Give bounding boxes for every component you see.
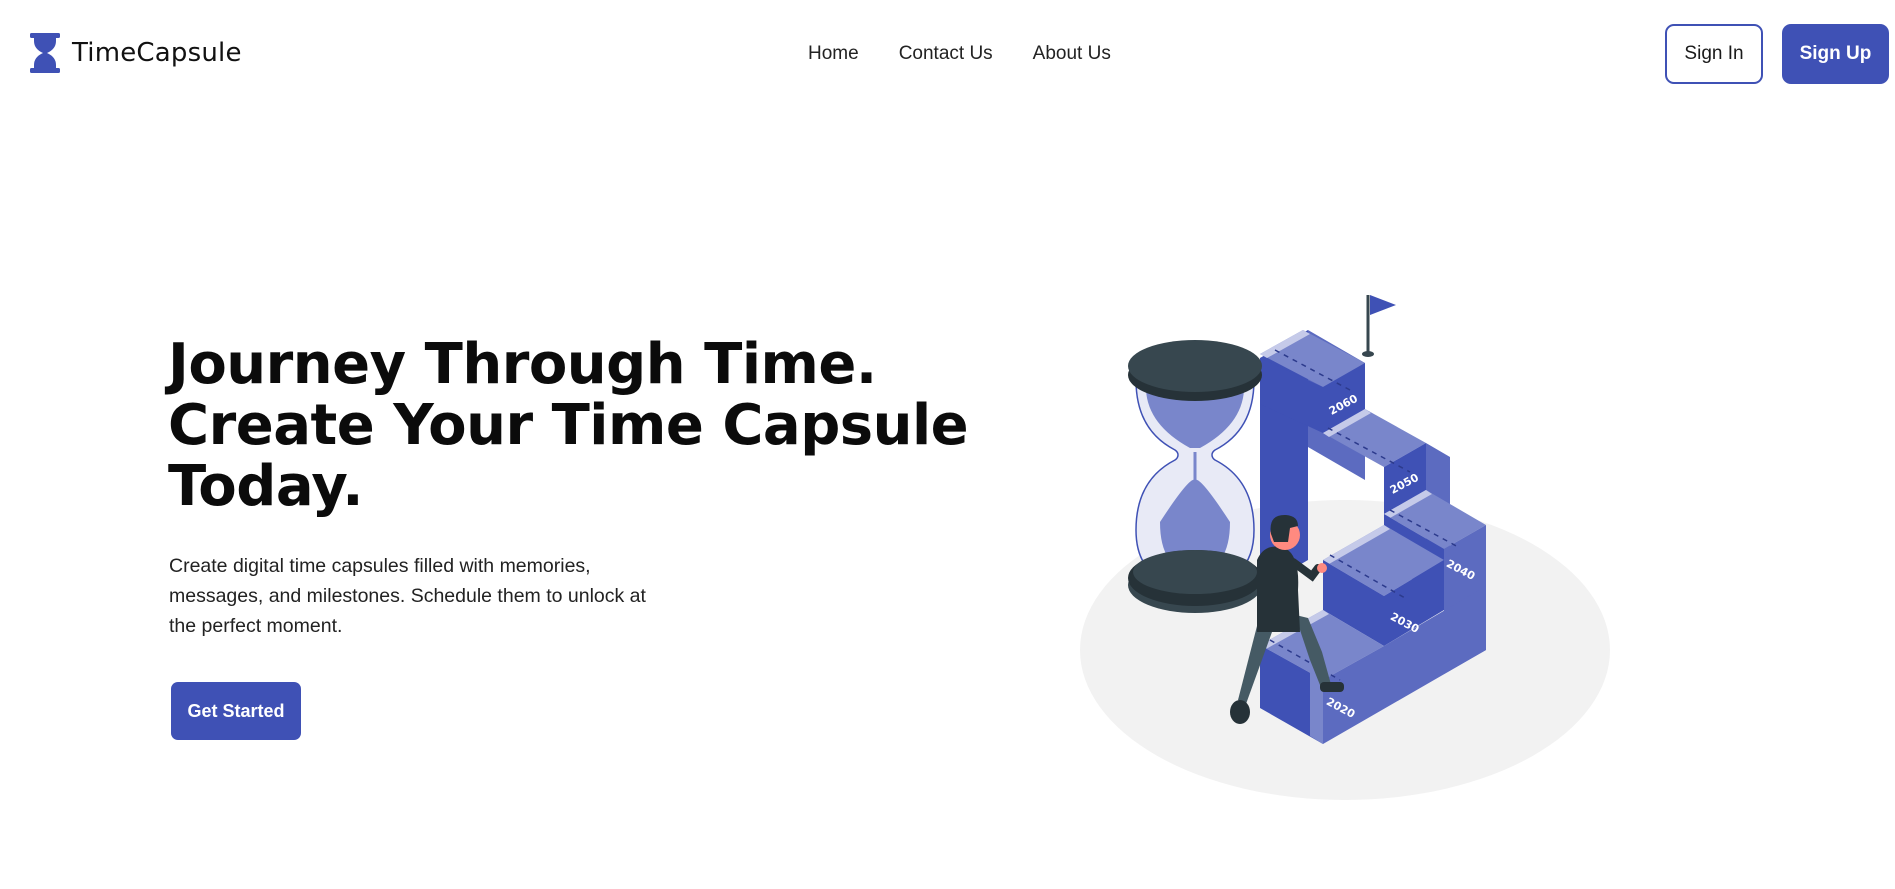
nav-link-contact-us[interactable]: Contact Us xyxy=(899,43,993,65)
sign-up-button[interactable]: Sign Up xyxy=(1782,24,1889,84)
hero-title-line: Today. xyxy=(168,454,364,519)
hero-description-line: Create digital time capsules filled with… xyxy=(169,555,591,577)
flag-icon xyxy=(1362,295,1396,357)
main-nav: Home Contact Us About Us xyxy=(808,43,1151,65)
navbar: TimeCapsule Home Contact Us About Us Sig… xyxy=(0,0,1895,108)
get-started-button[interactable]: Get Started xyxy=(171,682,301,740)
hero-description-line: the perfect moment. xyxy=(169,615,343,637)
hero-illustration: 2060 2050 2040 2030 2020 xyxy=(1080,295,1610,800)
nav-link-home[interactable]: Home xyxy=(808,43,859,65)
nav-link-about-us[interactable]: About Us xyxy=(1033,43,1111,65)
hourglass-icon xyxy=(30,33,60,73)
hero-title: Journey Through Time. Create Your Time C… xyxy=(168,332,969,519)
sign-in-button[interactable]: Sign In xyxy=(1665,24,1763,84)
hero-title-line: Journey Through Time. xyxy=(168,332,877,397)
hero-description-line: messages, and milestones. Schedule them … xyxy=(169,585,646,607)
hero-description: Create digital time capsules filled with… xyxy=(169,551,669,641)
hourglass-illustration xyxy=(1128,340,1262,613)
hero-title-line: Create Your Time Capsule xyxy=(168,393,969,458)
brand-name: TimeCapsule xyxy=(72,38,242,68)
brand-logo-link[interactable]: TimeCapsule xyxy=(28,33,242,73)
